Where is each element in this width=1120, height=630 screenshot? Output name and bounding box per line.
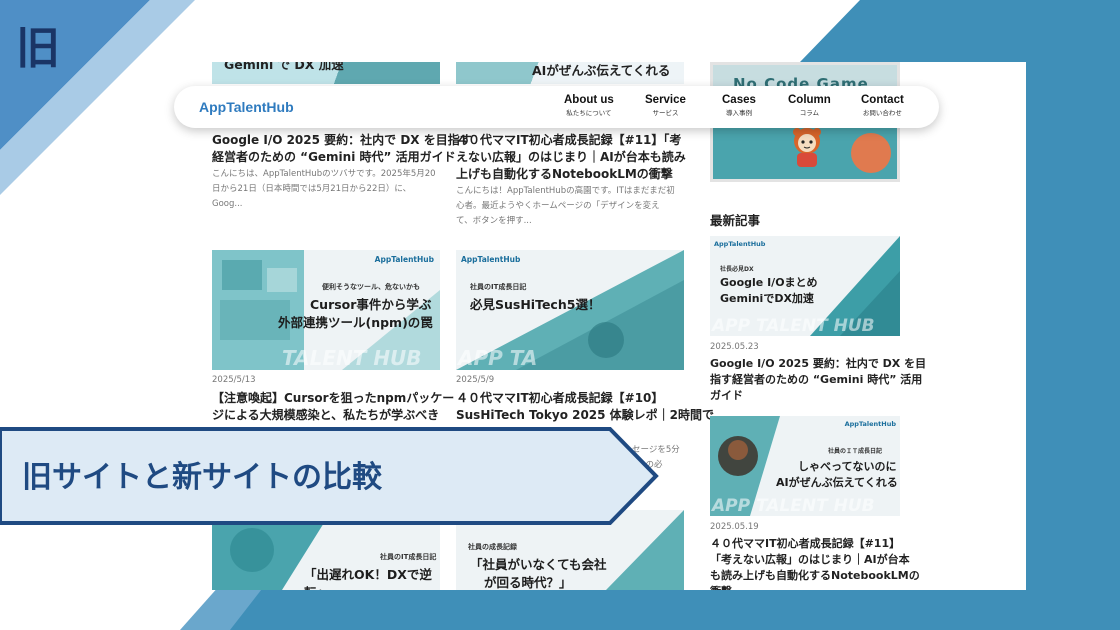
nav-sublabel: コラム xyxy=(799,109,820,117)
thumb-title: Cursor事件から学ぶ xyxy=(310,297,432,312)
sidebar-post-thumb[interactable]: AppTalentHub 社長必見DX Google I/Oまとめ Gemini… xyxy=(710,236,900,336)
nav-sublabel: サービス xyxy=(652,109,679,117)
nav-label: About us xyxy=(564,94,614,106)
thumb-title: GeminiでDX加速 xyxy=(720,292,814,305)
nav-label: Service xyxy=(645,94,686,106)
thumb-title: 外部連携ツール(npm)の罠 xyxy=(278,315,433,330)
article-title[interactable]: ４０代ママIT初心者成長記録【#10】 SusHiTech Tokyo 2025… xyxy=(456,390,714,424)
excerpt-line: て、ボタンを押す... xyxy=(456,216,532,226)
sidebar-post-date: 2025.05.19 xyxy=(710,522,759,532)
site-navbar: AppTalentHub About us 私たちについて Service サー… xyxy=(174,86,939,128)
thumb-brand: AppTalentHub xyxy=(844,420,896,428)
thumb-title: Gemini で DX 加速 xyxy=(224,62,344,72)
excerpt-line: 日から21日（日本時間では5月21日から22日）に、 xyxy=(212,184,412,194)
article-thumb-partial-mid[interactable]: AIがぜんぶ伝えてくれる xyxy=(456,62,684,84)
post-title-line: ガイド xyxy=(710,389,743,402)
post-title-line: ４０代ママIT初心者成長記録【#11】 xyxy=(710,537,901,550)
article-title-line: ４０代ママIT初心者成長記録【#11】「考 xyxy=(456,133,682,147)
nav-sublabel: 私たちについて xyxy=(566,109,612,117)
post-title-line: 「考えない広報」のはじまり｜AIが台本 xyxy=(710,553,910,566)
nav-item-service[interactable]: Service サービス xyxy=(645,94,686,117)
nav-item-column[interactable]: Column コラム xyxy=(788,94,831,117)
article-title-line: えない広報」のはじまり｜AIが台本も読み xyxy=(456,150,686,164)
comparison-banner-title: 旧サイトと新サイトの比較 xyxy=(22,460,382,495)
thumb-subtitle: 社長必見DX xyxy=(720,266,754,273)
post-title-line: 指す経営者のための “Gemini 時代” 活用 xyxy=(710,373,923,386)
post-title-line: Google I/O 2025 要約：社内で DX を目 xyxy=(710,357,927,370)
excerpt-line: こんにちは！AppTalentHubの高園です。ITはまだまだ初 xyxy=(456,186,675,196)
article-title-line: Google I/O 2025 要約：社内で DX を目指す xyxy=(212,133,472,147)
excerpt-line: Goog... xyxy=(212,199,243,209)
thumb-subtitle: 社員のIT成長日記 xyxy=(470,283,527,291)
thumb-watermark: APP TALENT HUB xyxy=(712,496,875,516)
thumb-watermark: APP TALENT HUB xyxy=(712,316,875,336)
article-title[interactable]: Google I/O 2025 要約：社内で DX を目指す 経営者のための “… xyxy=(212,132,472,166)
article-title-line: 上げも自動化するNotebookLMの衝撃 xyxy=(456,167,673,181)
article-title-line: 【注意喚起】Cursorを狙ったnpmパッケー xyxy=(212,391,455,405)
post-title-line: 衝撃 xyxy=(710,585,732,590)
thumb-brand: AppTalentHub xyxy=(714,240,766,248)
nav-label: Column xyxy=(788,94,831,106)
sidebar-post-thumb[interactable]: AppTalentHub 社員のＩＴ成長日記 しゃべってないのに AIがぜんぶ伝… xyxy=(710,416,900,516)
thumb-brand: AppTalentHub xyxy=(461,255,521,264)
article-thumb[interactable]: AppTalentHub 社員のIT成長日記 必見SusHiTech5選！ AP… xyxy=(456,250,684,370)
site-logo[interactable]: AppTalentHub xyxy=(199,99,294,115)
sidebar-heading: 最新記事 xyxy=(710,213,761,228)
article-excerpt: こんにちは、AppTalentHubのツバサです。2025年5月20 日から21… xyxy=(212,167,436,212)
thumb-title: AIがぜんぶ伝えてくれる xyxy=(776,476,898,489)
nav-label: Contact xyxy=(861,94,904,106)
thumb-subtitle: 社員の成長記録 xyxy=(468,543,517,551)
nav-sublabel: 導入事例 xyxy=(725,109,752,117)
thumb-title: 必見SusHiTech5選！ xyxy=(470,297,601,312)
thumb-watermark: APP TA xyxy=(458,346,538,370)
nav-item-contact[interactable]: Contact お問い合わせ xyxy=(861,94,904,117)
article-thumb[interactable]: AppTalentHub 便利そうなツール、危ないかも Cursor事件から学ぶ… xyxy=(212,250,440,370)
excerpt-line: こんにちは、AppTalentHubのツバサです。2025年5月20 xyxy=(212,169,436,179)
sidebar-post-title[interactable]: ４０代ママIT初心者成長記録【#11】 「考えない広報」のはじまり｜AIが台本 … xyxy=(710,536,920,590)
nav-item-cases[interactable]: Cases 導入事例 xyxy=(722,94,756,117)
article-title-line: ４０代ママIT初心者成長記録【#10】 xyxy=(456,391,664,405)
nav-label: Cases xyxy=(722,94,756,106)
mascot-icon xyxy=(793,128,821,167)
thumb-watermark: TALENT HUB xyxy=(282,346,422,370)
nav-item-about[interactable]: About us 私たちについて xyxy=(564,94,614,117)
sidebar-post-title[interactable]: Google I/O 2025 要約：社内で DX を目 指す経営者のための “… xyxy=(710,356,926,404)
thumb-brand: AppTalentHub xyxy=(374,255,434,264)
post-title-line: も読み上げも自動化するNotebookLMの xyxy=(710,569,920,582)
article-date: 2025/5/13 xyxy=(212,375,256,385)
thumb-subtitle: 社員のIT成長日記 xyxy=(380,553,437,561)
bg-top-right-block xyxy=(800,0,1120,62)
article-date: 2025/5/9 xyxy=(456,375,495,385)
article-title[interactable]: ４０代ママIT初心者成長記録【#11】「考 えない広報」のはじまり｜AIが台本も… xyxy=(456,132,686,183)
article-title-line: ジによる大規模感染と、私たちが学ぶべき xyxy=(212,408,440,422)
article-thumb-partial-left[interactable]: Gemini で DX 加速 xyxy=(212,62,440,84)
thumb-subtitle: 社員のＩＴ成長日記 xyxy=(828,448,883,455)
thumb-title: AIがぜんぶ伝えてくれる xyxy=(532,63,671,78)
article-excerpt: こんにちは！AppTalentHubの高園です。ITはまだまだ初 心者。最近よう… xyxy=(456,184,675,229)
nav-sublabel: お問い合わせ xyxy=(862,109,902,117)
thumb-title: 「出遅れOK！DXで逆転」 xyxy=(304,567,432,590)
article-title[interactable]: 【注意喚起】Cursorを狙ったnpmパッケー ジによる大規模感染と、私たちが学… xyxy=(212,390,454,424)
thumb-subtitle: 便利そうなツール、危ないかも xyxy=(322,283,420,291)
article-title-line: SusHiTech Tokyo 2025 体験レポ｜2時間で xyxy=(456,408,715,422)
old-site-label: 旧 xyxy=(16,23,60,74)
article-title-line: 経営者のための “Gemini 時代” 活用ガイド xyxy=(212,150,456,164)
thumb-title: が回る時代？」 xyxy=(484,575,572,590)
sidebar-post-date: 2025.05.23 xyxy=(710,342,759,352)
excerpt-line: 心者。最近ようやくホームページの「デザインを変え xyxy=(456,201,660,211)
thumb-title: 「社員がいなくても会社 xyxy=(470,557,607,572)
